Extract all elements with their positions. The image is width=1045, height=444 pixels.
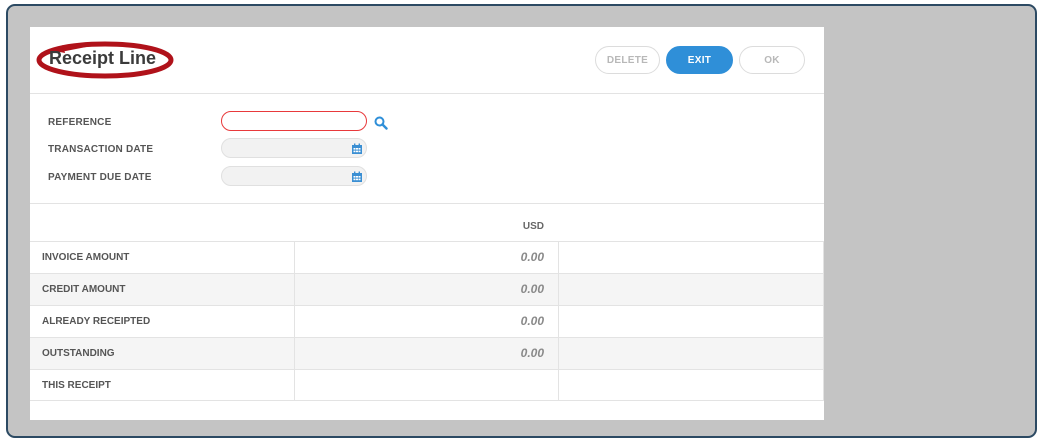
row-value: 0.00 [294, 274, 559, 305]
delete-button[interactable]: DELETE [595, 46, 660, 74]
calendar-icon[interactable] [351, 143, 363, 155]
row-extra-cell [559, 370, 824, 401]
page-title: Receipt Line [49, 48, 157, 68]
row-label: INVOICE AMOUNT [42, 252, 130, 263]
row-value: 0.00 [294, 338, 559, 369]
row-extra-cell [559, 306, 824, 337]
table-row: ALREADY RECEIPTED 0.00 [30, 305, 824, 337]
row-label: THIS RECEIPT [42, 380, 111, 391]
row-label: ALREADY RECEIPTED [42, 316, 151, 327]
exit-button[interactable]: EXIT [666, 46, 733, 74]
table-row: OUTSTANDING 0.00 [30, 337, 824, 369]
reference-input[interactable] [221, 111, 367, 131]
search-icon[interactable] [374, 116, 388, 130]
table-row: INVOICE AMOUNT 0.00 [30, 241, 824, 273]
amounts-table: INVOICE AMOUNT 0.00 CREDIT AMOUNT 0.00 A… [30, 241, 824, 401]
row-value: 0.00 [294, 306, 559, 337]
transaction-date-input[interactable] [221, 138, 367, 158]
payment-due-date-label: PAYMENT DUE DATE [48, 172, 152, 183]
row-value: 0.00 [294, 242, 559, 273]
row-label: OUTSTANDING [42, 348, 115, 359]
title-area: Receipt Line [35, 39, 175, 79]
this-receipt-input[interactable] [294, 370, 559, 401]
row-label: CREDIT AMOUNT [42, 284, 126, 295]
reference-label: REFERENCE [48, 117, 112, 128]
payment-due-date-input[interactable] [221, 166, 367, 186]
row-extra-cell [559, 242, 824, 273]
calendar-icon[interactable] [351, 171, 363, 183]
table-row: CREDIT AMOUNT 0.00 [30, 273, 824, 305]
table-row: THIS RECEIPT [30, 369, 824, 401]
transaction-date-label: TRANSACTION DATE [48, 144, 154, 155]
ok-button[interactable]: OK [739, 46, 805, 74]
row-extra-cell [559, 338, 824, 369]
receipt-line-panel: Receipt Line DELETE EXIT OK REFERENCE TR… [30, 27, 824, 420]
panel-header: Receipt Line DELETE EXIT OK [30, 27, 824, 94]
row-extra-cell [559, 274, 824, 305]
currency-column-header: USD [522, 221, 544, 232]
section-divider [30, 203, 824, 204]
